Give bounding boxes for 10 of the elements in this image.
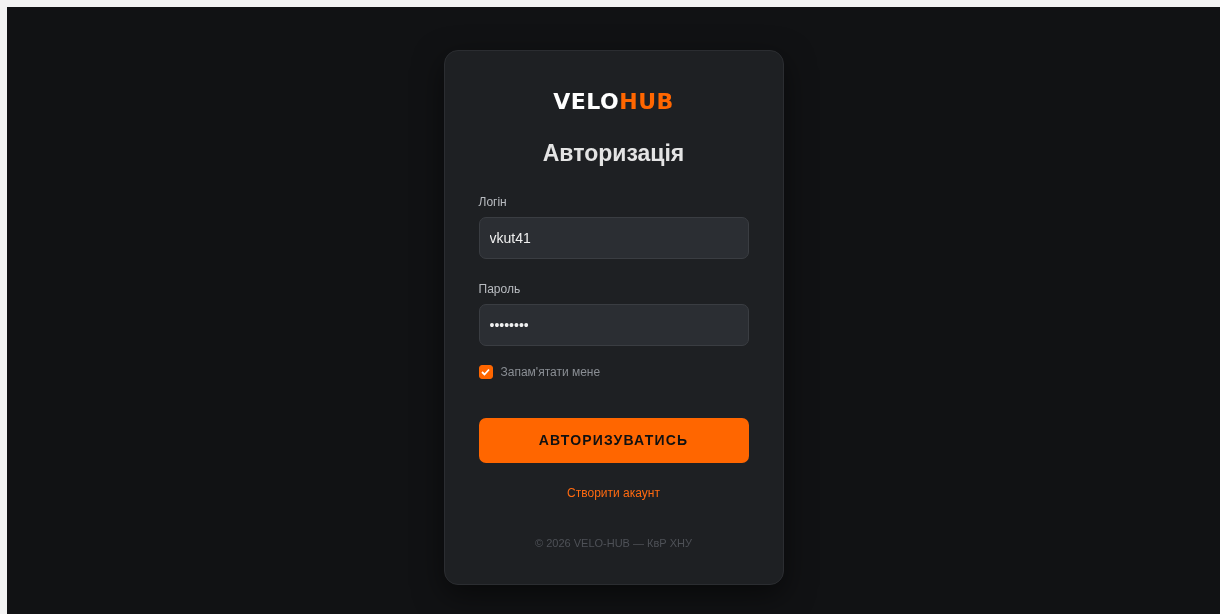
field-label: Пароль bbox=[478, 280, 521, 298]
remember-checkbox[interactable] bbox=[478, 364, 493, 379]
page-title: Авторизація bbox=[541, 140, 686, 168]
remember-label: Запам'ятати мене bbox=[500, 363, 601, 381]
create-account-link[interactable]: Створити акаунт bbox=[567, 485, 660, 500]
logo: VELOHUB bbox=[552, 91, 675, 113]
input-field[interactable]: vkut41 bbox=[478, 216, 749, 259]
field-label: Логін bbox=[478, 193, 507, 211]
input-field[interactable]: •••••••• bbox=[478, 303, 749, 346]
login-button[interactable]: АВТОРИЗУВАТИСЬ bbox=[478, 417, 749, 463]
